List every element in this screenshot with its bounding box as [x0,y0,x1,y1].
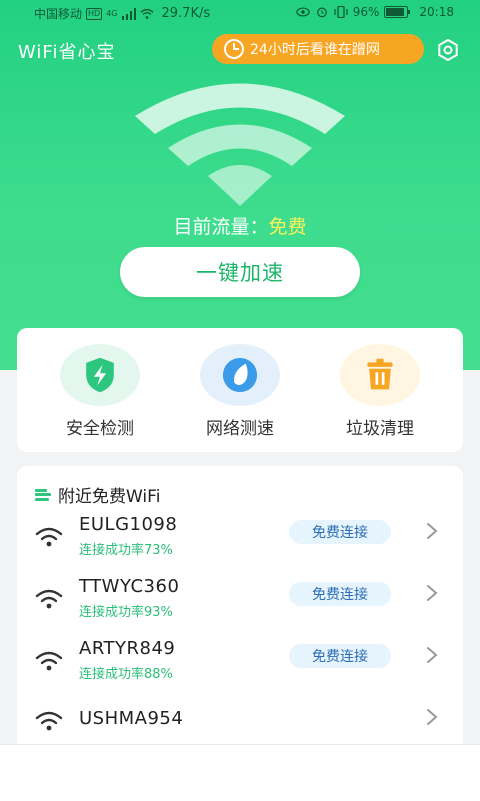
clock-time: 20:18 [419,5,454,19]
boost-button[interactable]: 一键加速 [120,247,360,297]
wifi-ssid: EULG1098 [79,514,178,535]
battery-icon [384,6,411,18]
tool-label: 安全检测 [66,419,134,439]
list-header: 附近免费WiFi [35,482,160,507]
list-title: 附近免费WiFi [58,487,161,507]
wifi-success-rate: 连接成功率88% [79,667,173,682]
speed-drop-icon [222,357,258,393]
wifi-signal-icon [35,589,63,609]
wifi-success-rate: 连接成功率73% [79,543,173,558]
settings-icon[interactable] [436,38,460,62]
hd-badge: HD [86,7,103,20]
tool-security-check[interactable]: 安全检测 [40,344,160,439]
eye-icon [295,7,310,17]
free-connect-button[interactable]: 免费连接 [289,582,391,606]
bottom-bar [0,744,480,801]
chevron-right-icon[interactable] [425,708,439,726]
traffic-value: 免费 [268,216,307,238]
carrier-label: 中国移动 [34,7,83,21]
chevron-right-icon[interactable] [425,584,439,602]
promo-label: 24小时后看谁在蹭网 [250,42,380,58]
trash-icon [367,358,393,390]
vibrate-icon [334,6,348,18]
tools-card: 安全检测 网络测速 垃圾清理 [17,328,463,452]
network-type: 4G [106,9,118,18]
signal-icon [121,7,136,20]
wifi-status-icon [139,8,154,19]
traffic-status: 目前流量：免费 [0,212,480,239]
tool-label: 垃圾清理 [346,419,414,439]
wifi-success-rate: 连接成功率93% [79,605,173,620]
nearby-wifi-list: 附近免费WiFi EULG1098 连接成功率73% 免费连接 TTWYC360 连接成… [17,466,463,756]
wifi-list-item[interactable]: ARTYR849 连接成功率88% 免费连接 [17,638,463,698]
tool-junk-clean[interactable]: 垃圾清理 [320,344,440,439]
wifi-list-item[interactable]: EULG1098 连接成功率73% 免费连接 [17,514,463,574]
traffic-label: 目前流量： [173,216,269,238]
wifi-signal-icon [35,711,63,731]
battery-percent: 96% [352,5,380,19]
status-bar: 中国移动 HD 4G 29.7K/s 96% 20:18 [0,0,480,26]
wifi-list-item[interactable]: TTWYC360 连接成功率93% 免费连接 [17,576,463,636]
wifi-signal-icon [35,651,63,671]
tool-label: 网络测速 [206,419,274,439]
network-speed: 29.7K/s [161,6,211,21]
tool-icon-bg [60,344,140,406]
battery-level-fill [386,8,404,16]
tool-icon-bg [200,344,280,406]
chevron-right-icon[interactable] [425,646,439,664]
chevron-right-icon[interactable] [425,522,439,540]
wifi-ssid: TTWYC360 [79,576,180,597]
alarm-icon [316,7,327,18]
promo-button[interactable]: 24小时后看谁在蹭网 [212,34,424,64]
wifi-hero-icon [135,83,345,206]
clock-icon [224,39,244,59]
wifi-ssid: ARTYR849 [79,638,176,659]
tool-speed-test[interactable]: 网络测速 [180,344,300,439]
list-icon [35,488,51,501]
free-connect-button[interactable]: 免费连接 [289,520,391,544]
wifi-ssid: USHMA954 [79,708,184,729]
wifi-signal-icon [35,527,63,547]
tool-icon-bg [340,344,420,406]
free-connect-button[interactable]: 免费连接 [289,644,391,668]
app-title: WiFi省心宝 [18,42,116,63]
shield-bolt-icon [86,357,114,393]
